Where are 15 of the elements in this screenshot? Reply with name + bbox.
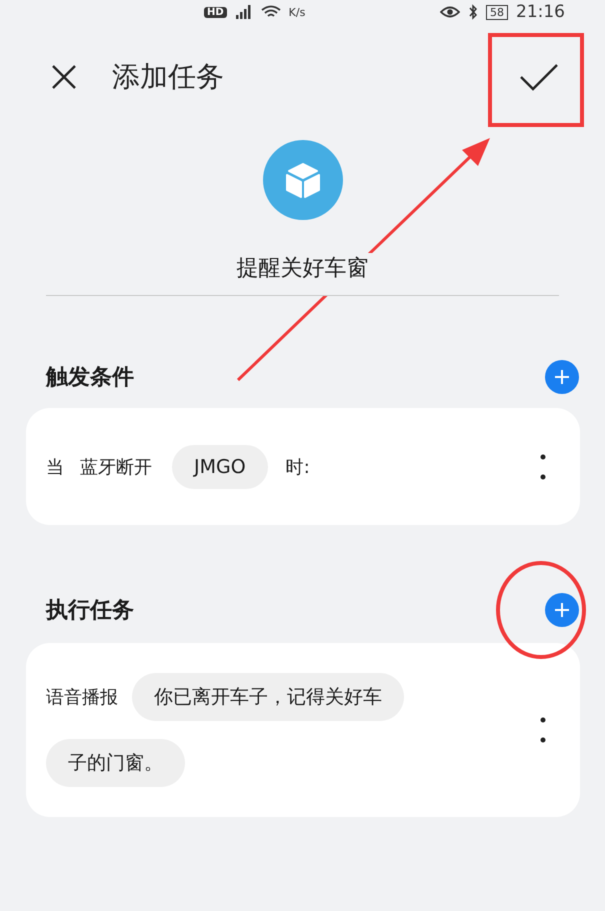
device-chip[interactable]: JMGO (172, 444, 268, 488)
message-chip[interactable]: 你已离开车子，记得关好车 (132, 673, 404, 721)
hd-badge: HD (204, 6, 227, 18)
battery-level: 58 (486, 4, 508, 20)
action-label: 语音播报 (46, 686, 118, 709)
trigger-suffix: 时: (286, 456, 310, 478)
task-name-field[interactable]: 提醒关好车窗 (46, 253, 559, 296)
page-title: 添加任务 (112, 59, 224, 95)
section-title: 触发条件 (46, 364, 134, 392)
clock-time: 21:16 (516, 2, 565, 22)
message-chip[interactable]: 子的门窗。 (46, 739, 185, 787)
network-speed-unit: K/s (288, 6, 306, 18)
trigger-condition: 蓝牙断开 (80, 456, 152, 478)
section-title: 执行任务 (46, 597, 134, 625)
trigger-prefix: 当 (46, 456, 64, 478)
